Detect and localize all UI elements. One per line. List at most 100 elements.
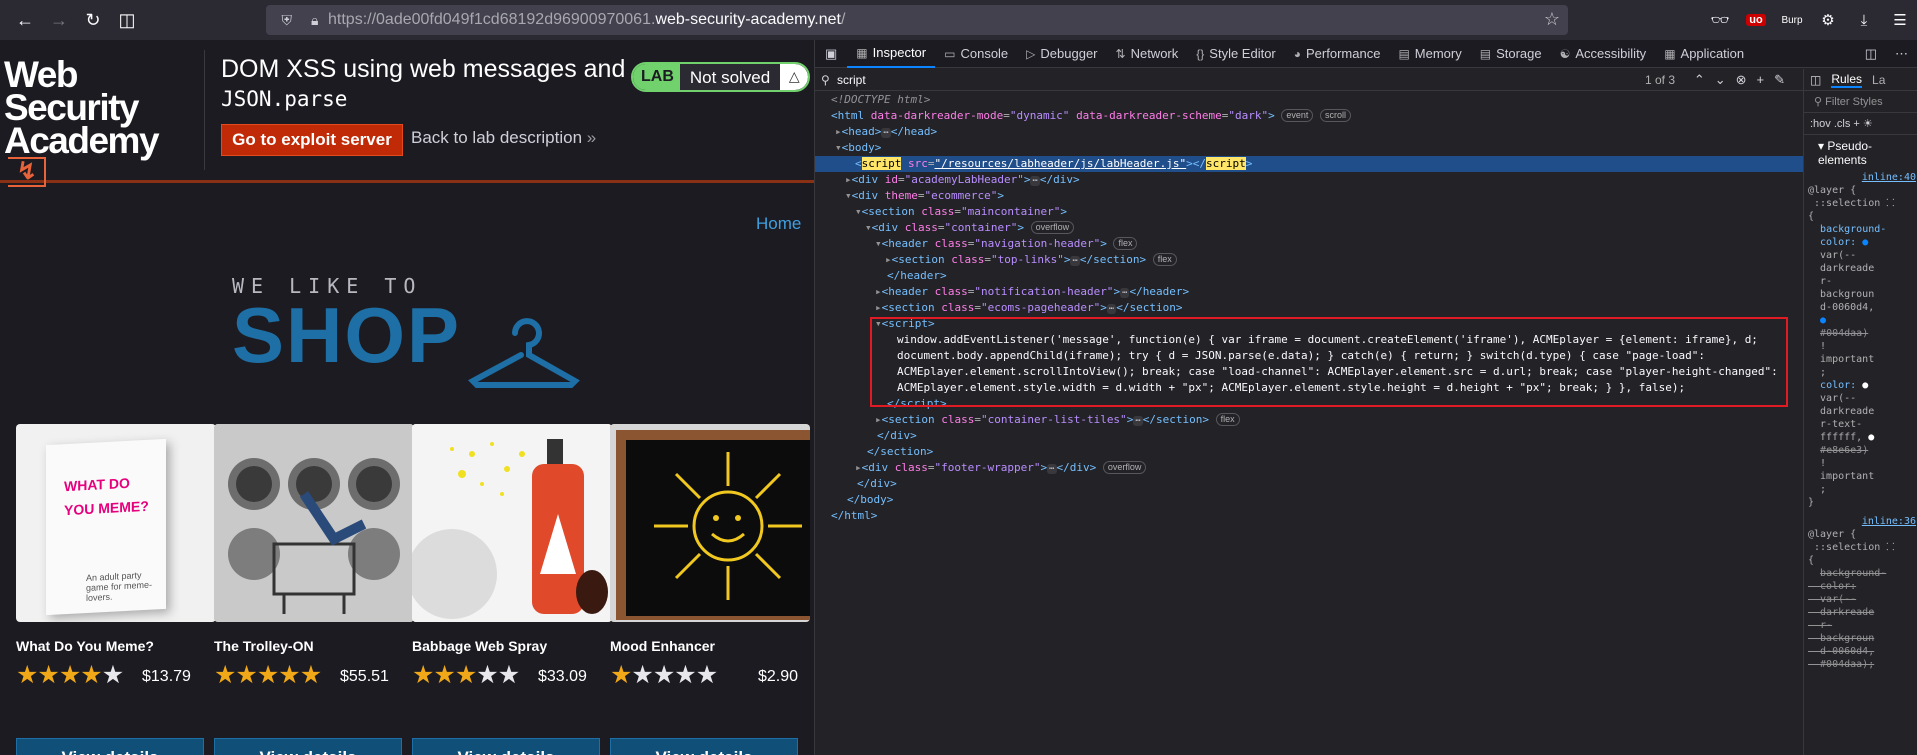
tab-application[interactable]: ▦ Application xyxy=(1655,46,1753,61)
tab-style-editor[interactable]: {} Style Editor xyxy=(1187,46,1285,61)
star-empty-icon: ★ xyxy=(674,661,696,689)
tree-line[interactable]: </div> xyxy=(815,476,1803,492)
application-icon: ▦ xyxy=(1664,46,1676,61)
sidebar-icon[interactable]: ◫ xyxy=(1810,73,1821,87)
back-to-description-link[interactable]: Back to lab description » xyxy=(411,128,596,148)
tree-line[interactable]: </div> xyxy=(815,428,1803,444)
search-input[interactable]: script xyxy=(837,73,866,87)
product-price: $13.79 xyxy=(142,668,191,685)
product-image[interactable] xyxy=(214,424,414,622)
academy-logo[interactable]: Web Security Academy↯ xyxy=(4,54,200,190)
tree-line[interactable]: ▸<section class="container-list-tiles"> ⋯… xyxy=(815,412,1803,428)
forward-arrow-icon[interactable]: → xyxy=(42,3,76,37)
url-scheme: https:// xyxy=(328,11,377,28)
rule-source-link[interactable]: inline:40 xyxy=(1808,171,1916,184)
tree-line[interactable]: ▾<div theme="ecommerce"> xyxy=(815,188,1803,204)
rule-block: @layer { ::selection ⸬{ background- colo… xyxy=(1808,529,1895,670)
url-bar[interactable]: ⛨ 🔒︎ https://0ade00fd049f1cd68192d969009… xyxy=(266,5,1568,35)
download-icon[interactable]: ⤓ xyxy=(1847,3,1881,37)
rules-toolbar[interactable]: :hov .cls + ☀ xyxy=(1804,113,1917,135)
extensions-puzzle-icon[interactable]: ⚙ xyxy=(1811,3,1845,37)
network-icon: ⇅ xyxy=(1115,46,1126,61)
accessibility-icon: ☯ xyxy=(1559,46,1571,61)
tab-console[interactable]: ▭ Console xyxy=(935,46,1017,61)
tree-line[interactable]: </section> xyxy=(815,444,1803,460)
search-nav-icons[interactable]: ⌃⌄⊗+✎ xyxy=(1694,72,1795,88)
lab-header: Web Security Academy↯ DOM XSS using web … xyxy=(0,40,814,187)
tab-memory[interactable]: ▤ Memory xyxy=(1389,46,1470,61)
tab-performance[interactable]: ◕ Performance xyxy=(1285,46,1390,61)
view-details-button[interactable]: View details xyxy=(412,738,600,755)
star-rating: ★★★★★ xyxy=(412,660,520,690)
tree-line[interactable]: <!DOCTYPE html> xyxy=(815,92,1803,108)
star-filled-icon: ★ xyxy=(256,661,279,689)
tree-line[interactable]: </header> xyxy=(815,268,1803,284)
tree-line[interactable]: <html data-darkreader-mode="dynamic" dat… xyxy=(815,108,1803,124)
element-picker-icon[interactable]: ▣ xyxy=(815,46,847,62)
exploit-server-button[interactable]: Go to exploit server xyxy=(221,124,403,156)
tree-line[interactable]: ▾<body> xyxy=(815,140,1803,156)
ublock-icon[interactable]: uo xyxy=(1739,3,1773,37)
tab-rules[interactable]: Rules xyxy=(1831,72,1863,88)
header-divider xyxy=(204,50,205,170)
tree-line[interactable]: ▸<div id="academyLabHeader"> ⋯ </div> xyxy=(815,172,1803,188)
pseudo-elements-header[interactable]: ▾ Pseudo-elements xyxy=(1808,139,1916,167)
double-chevron-icon: » xyxy=(586,128,597,147)
rule-source-link[interactable]: inline:36 xyxy=(1808,515,1916,528)
tree-line[interactable]: ▾<header class="navigation-header"> flex xyxy=(815,236,1803,252)
tree-line[interactable]: ▾<div class="container"> overflow xyxy=(815,220,1803,236)
reload-icon[interactable]: ↻ xyxy=(76,3,110,37)
product-image[interactable] xyxy=(412,424,612,622)
tab-network[interactable]: ⇅ Network xyxy=(1107,46,1188,61)
product-image[interactable] xyxy=(610,424,810,622)
back-arrow-icon[interactable]: ← xyxy=(8,3,42,37)
view-details-button[interactable]: View details xyxy=(610,738,798,755)
performance-icon: ◕ xyxy=(1293,46,1302,61)
rules-body: ▾ Pseudo-elements inline:40 @layer { ::s… xyxy=(1804,135,1917,671)
lightning-icon: ↯ xyxy=(8,157,46,187)
tab-accessibility[interactable]: ☯ Accessibility xyxy=(1551,46,1656,61)
star-filled-icon: ★ xyxy=(16,661,38,689)
lab-title: DOM XSS using web messages and JSON.pars… xyxy=(221,54,625,114)
debugger-icon: ▷ xyxy=(1026,46,1036,61)
tree-line[interactable]: </body> xyxy=(815,492,1803,508)
logo-line1: Web Security xyxy=(4,54,140,128)
tab-layout[interactable]: La xyxy=(1872,73,1885,87)
tree-line[interactable]: </html> xyxy=(815,508,1803,524)
add-rule-icon[interactable]: + xyxy=(1853,118,1859,130)
tab-storage[interactable]: ▤ Storage xyxy=(1471,46,1551,61)
tab-debugger[interactable]: ▷ Debugger xyxy=(1017,46,1106,61)
browser-toolbar: ← → ↻ ◫ ⛨ 🔒︎ https://0ade00fd049f1cd6819… xyxy=(0,0,1917,40)
view-details-button[interactable]: View details xyxy=(16,738,204,755)
sidebar-toggle-icon[interactable]: ◫ xyxy=(110,3,144,37)
markup-search-bar[interactable]: ⚲ script 1 of 3 ⌃⌄⊗+✎ xyxy=(815,69,1803,91)
privacy-extension-icon[interactable]: 👓︎ xyxy=(1703,3,1737,37)
light-mode-icon[interactable]: ☀ xyxy=(1863,118,1873,130)
tree-line-selected[interactable]: <script src="/resources/labheader/js/lab… xyxy=(815,156,1803,172)
bookmark-star-icon[interactable]: ☆ xyxy=(1544,9,1560,30)
tab-inspector[interactable]: ▦ Inspector xyxy=(847,40,936,68)
tree-line[interactable]: ▸<div class="footer-wrapper"> ⋯ </div> ove… xyxy=(815,460,1803,476)
home-link[interactable]: Home xyxy=(756,214,801,234)
tree-line[interactable]: ▸<head> ⋯ </head> xyxy=(815,124,1803,140)
star-filled-icon: ★ xyxy=(299,661,322,689)
lock-icon[interactable]: 🔒︎ xyxy=(311,12,318,29)
star-rating: ★★★★★ xyxy=(214,660,322,690)
star-rating: ★★★★★ xyxy=(610,660,718,690)
tree-line[interactable]: ▸<header class="notification-header"> ⋯ </… xyxy=(815,284,1803,300)
dock-icon[interactable]: ◫ xyxy=(1856,46,1886,62)
menu-hamburger-icon[interactable]: ☰ xyxy=(1883,3,1917,37)
product-image[interactable]: WHAT DO YOU MEME? An adult party game fo… xyxy=(16,424,216,622)
devtools-menu-icon[interactable]: ⋯ xyxy=(1886,46,1917,62)
shield-icon[interactable]: ⛨ xyxy=(282,12,293,29)
style-editor-icon: {} xyxy=(1196,46,1205,61)
lab-tag: LAB xyxy=(633,64,680,90)
burp-extension-icon[interactable]: Burp xyxy=(1775,3,1809,37)
banner-shop: SHOP xyxy=(232,291,462,379)
filter-styles-input[interactable]: ⚲ Filter Styles xyxy=(1804,91,1917,113)
lab-title-code: JSON.parse xyxy=(221,87,348,111)
tree-line[interactable]: ▸<section class="ecoms-pageheader"> ⋯ </se… xyxy=(815,300,1803,316)
view-details-button[interactable]: View details xyxy=(214,738,402,755)
tree-line[interactable]: ▸<section class="top-links"> ⋯ </section> … xyxy=(815,252,1803,268)
tree-line[interactable]: ▾<section class="maincontainer"> xyxy=(815,204,1803,220)
